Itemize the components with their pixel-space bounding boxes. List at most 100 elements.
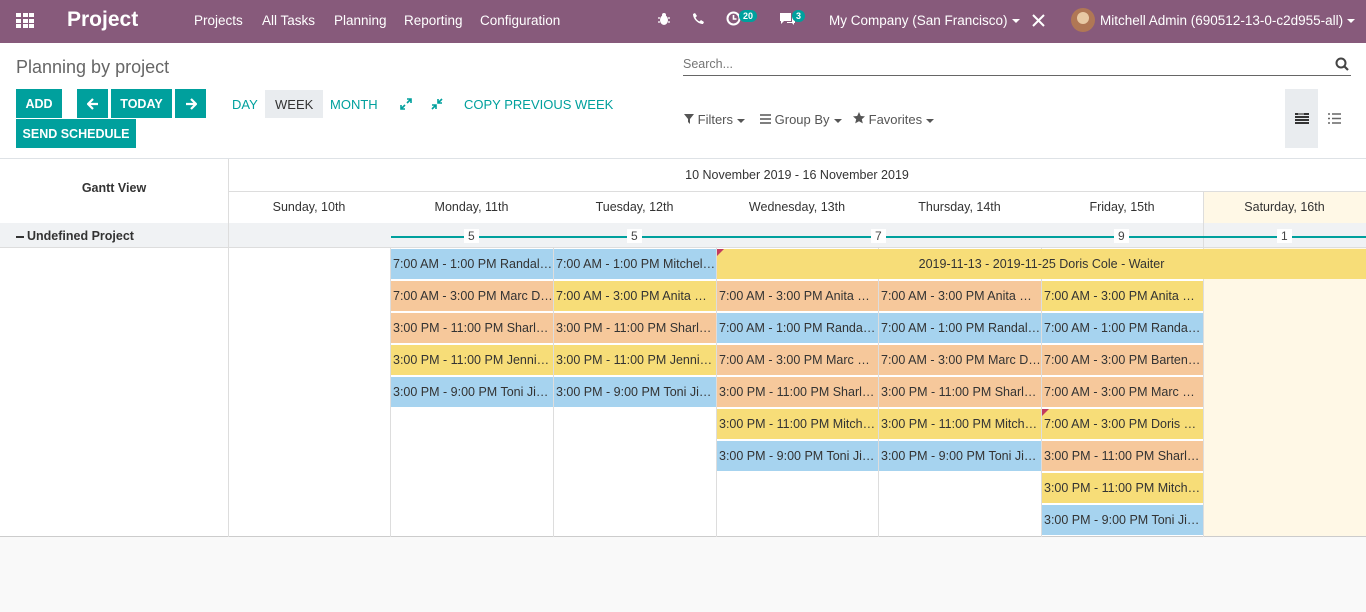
gantt-view-icon [1294,112,1309,124]
gantt-pill[interactable]: 3:00 PM - 9:00 PM Toni Jimenez [1042,505,1203,535]
menu-reporting[interactable]: Reporting [404,13,463,28]
company-switcher[interactable]: My Company (San Francisco) [829,13,1020,28]
gantt-pill[interactable]: 3:00 PM - 9:00 PM Toni Jimenez [391,377,553,407]
gantt-pill[interactable]: 7:00 AM - 3:00 PM Marc Demo [391,281,553,311]
list-view-button[interactable] [1318,89,1351,148]
collapse-icon[interactable] [420,90,454,118]
menu-all-tasks[interactable]: All Tasks [262,13,315,28]
activity-count-badge: 20 [739,10,758,22]
day-header-sunday: Sunday, 10th [272,200,346,214]
gantt-pill[interactable]: 7:00 AM - 1:00 PM Randall Lewis [717,313,878,343]
chat-count-badge: 3 [792,10,806,22]
minus-icon [16,235,24,238]
search-icon[interactable] [1335,57,1349,76]
tools-icon[interactable] [1031,13,1046,31]
warning-corner-icon [1042,409,1049,416]
phone-icon[interactable] [692,12,705,28]
gantt-pill[interactable]: 7:00 AM - 3:00 PM Marc Demo [879,345,1041,375]
gantt-view-label: Gantt View [81,181,147,195]
copy-previous-week-button[interactable]: COPY PREVIOUS WEEK [454,90,623,118]
gantt-pill[interactable]: 3:00 PM - 11:00 PM Jennie Fletcher [391,345,553,375]
gantt-pill[interactable]: 7:00 AM - 3:00 PM Bartender [1042,345,1203,375]
gantt-pill[interactable]: 7:00 AM - 1:00 PM Randall Lewis [879,313,1041,343]
prev-button[interactable] [77,89,108,118]
groupby-label: Group By [774,112,830,127]
gantt-pill[interactable]: 7:00 AM - 1:00 PM Randall Lewis [391,249,553,279]
warning-corner-icon [717,249,724,256]
workload-count-saturday: 1 [1277,229,1292,243]
app-title[interactable]: Project [67,8,138,32]
favorites-dropdown[interactable]: Favorites [853,112,935,127]
gantt-pill[interactable]: 7:00 AM - 3:00 PM Doris Cole [1042,409,1203,439]
scale-day-button[interactable]: DAY [222,90,268,118]
gantt-pill[interactable]: 7:00 AM - 3:00 PM Anita Oliver [554,281,716,311]
chevron-down-icon [1011,19,1020,24]
chevron-down-icon [833,118,842,123]
day-header-tuesday: Tuesday, 12th [595,200,674,214]
chevron-down-icon [1347,19,1356,24]
gantt-pill[interactable]: 3:00 PM - 9:00 PM Toni Jimenez [554,377,716,407]
gantt-pill[interactable]: 3:00 PM - 9:00 PM Toni Jimenez [717,441,878,471]
gantt-view-button[interactable] [1285,89,1318,148]
gantt-pill-long[interactable]: 2019-11-13 - 2019-11-25 Doris Cole - Wai… [717,249,1366,279]
arrow-right-icon [185,97,197,110]
user-menu[interactable]: Mitchell Admin (690512-13-0-c2d955-all) [1100,13,1356,28]
chevron-down-icon [926,118,935,123]
gantt-pill[interactable]: 7:00 AM - 3:00 PM Anita Oliver [879,281,1041,311]
group-toggle-undefined-project[interactable]: Undefined Project [16,229,134,243]
gantt-pill[interactable]: 3:00 PM - 11:00 PM Mitchell Admin [879,409,1041,439]
gantt-pill[interactable]: 3:00 PM - 11:00 PM Sharlene Rhodes [391,313,553,343]
list-icon [760,114,771,124]
gantt-pill[interactable]: 3:00 PM - 11:00 PM Sharlene Rhodes [717,377,878,407]
list-view-icon [1328,113,1341,124]
scale-month-button[interactable]: MONTH [320,90,388,118]
gantt-pill[interactable]: 3:00 PM - 9:00 PM Toni Jimenez [879,441,1041,471]
gantt-pill[interactable]: 7:00 AM - 3:00 PM Anita Oliver [717,281,878,311]
control-panel: Planning by project ADD TODAY SEND SCHED… [0,43,1366,159]
top-navbar: Project Projects All Tasks Planning Repo… [0,0,1366,43]
workload-count-friday: 9 [1114,229,1129,243]
search-input[interactable] [683,53,1323,75]
gantt-pill[interactable]: 7:00 AM - 3:00 PM Anita Oliver [1042,281,1203,311]
day-header-monday: Monday, 11th [434,200,509,214]
day-header-thursday: Thursday, 14th [918,200,1001,214]
expand-icon[interactable] [389,90,423,118]
groupby-dropdown[interactable]: Group By [760,112,842,127]
avatar[interactable] [1071,8,1095,32]
gantt-pill[interactable]: 7:00 AM - 3:00 PM Marc Demo [717,345,878,375]
day-header-wednesday: Wednesday, 13th [748,200,846,214]
today-button[interactable]: TODAY [111,89,172,118]
chevron-down-icon [737,118,746,123]
gantt-pill[interactable]: 3:00 PM - 11:00 PM Sharlene Rhodes [879,377,1041,407]
day-header-friday: Friday, 15th [1089,200,1155,214]
bug-icon[interactable] [657,12,671,29]
workload-count-wed-thu: 7 [871,229,886,243]
arrow-left-icon [86,97,98,110]
gantt-pill[interactable]: 7:00 AM - 1:00 PM Randall Lewis [1042,313,1203,343]
menu-configuration[interactable]: Configuration [480,13,560,28]
date-range-label: 10 November 2019 - 16 November 2019 [685,168,909,182]
next-button[interactable] [175,89,206,118]
send-schedule-button[interactable]: SEND SCHEDULE [16,119,136,148]
gantt-pill[interactable]: 3:00 PM - 11:00 PM Jennie Fletcher [554,345,716,375]
add-button[interactable]: ADD [16,89,62,118]
scale-week-button[interactable]: WEEK [265,90,324,118]
user-name: Mitchell Admin (690512-13-0-c2d955-all) [1100,13,1344,28]
gantt-pill[interactable]: 3:00 PM - 11:00 PM Sharlene Rhodes [1042,441,1203,471]
gantt-pill[interactable]: 7:00 AM - 1:00 PM Mitchell Admin [554,249,716,279]
gantt-pill[interactable]: 3:00 PM - 11:00 PM Sharlene Rhodes [554,313,716,343]
page-title: Planning by project [16,57,170,77]
apps-menu-icon[interactable] [16,13,34,28]
day-header-saturday: Saturday, 16th [1244,200,1325,214]
gantt-pill[interactable]: 3:00 PM - 11:00 PM Mitchell Admin [717,409,878,439]
workload-count-tuesday: 5 [627,229,642,243]
menu-projects[interactable]: Projects [194,13,243,28]
company-name: My Company (San Francisco) [829,13,1008,28]
gantt-pill[interactable]: 3:00 PM - 11:00 PM Mitchell Admin [1042,473,1203,503]
star-icon [853,112,865,124]
filters-label: Filters [697,112,734,127]
filters-dropdown[interactable]: Filters [684,112,746,127]
favorites-label: Favorites [868,112,923,127]
menu-planning[interactable]: Planning [334,13,387,28]
gantt-pill[interactable]: 7:00 AM - 3:00 PM Marc Demo [1042,377,1203,407]
